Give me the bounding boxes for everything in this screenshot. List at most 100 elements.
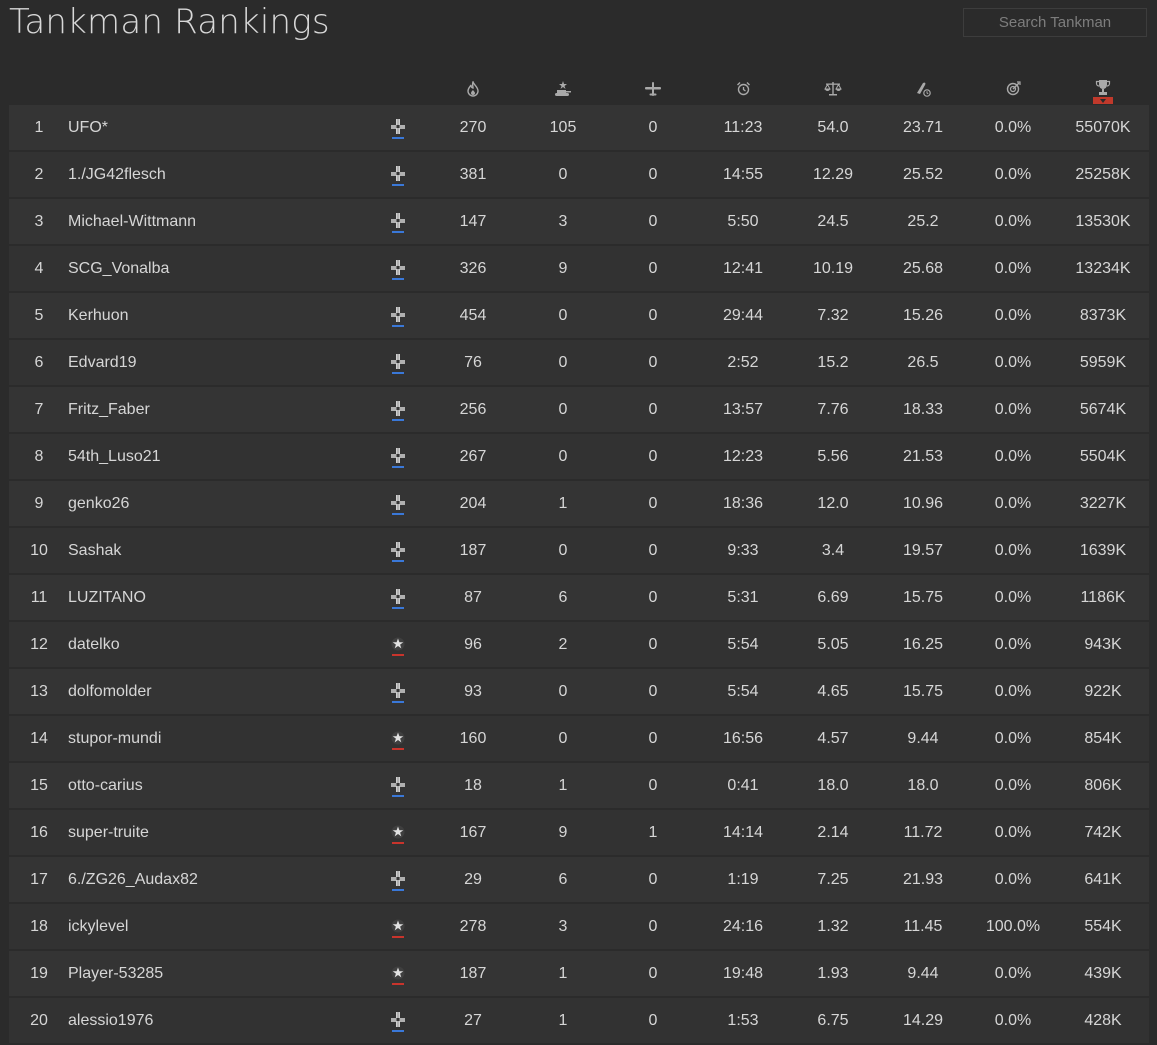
player-name-link[interactable]: SCG_Vonalba (68, 246, 368, 291)
table-row[interactable]: 3 Michael-Wittmann 147 3 0 5:50 24.5 25.… (9, 199, 1149, 244)
kills-cell: 93 (464, 683, 482, 700)
table-row[interactable]: 19 Player-53285 187 1 0 19:48 1.93 9.44 … (9, 951, 1149, 996)
kd-cell: 6.69 (817, 589, 849, 606)
kpm-cell: 25.68 (902, 260, 944, 277)
kd-cell: 18.0 (817, 777, 849, 794)
player-name-link[interactable]: datelko (68, 622, 368, 667)
time-cell: 5:54 (727, 636, 759, 653)
rank-cell: 8 (34, 448, 44, 465)
search-input[interactable] (963, 8, 1147, 37)
kpm-cell: 11.72 (903, 824, 943, 841)
player-name-link[interactable]: 6./ZG26_Audax82 (68, 857, 368, 902)
kd-cell: 1.32 (817, 918, 849, 935)
table-row[interactable]: 14 stupor-mundi 160 0 0 16:56 4.57 9.44 … (9, 716, 1149, 761)
ground-kills-cell: 0 (558, 542, 568, 559)
player-name-link[interactable]: UFO* (68, 105, 368, 150)
faction-underline (392, 936, 404, 938)
table-row[interactable]: 12 datelko 96 2 0 5:54 5.05 16.25 0.0% 9… (9, 622, 1149, 667)
player-name-link[interactable]: Player-53285 (68, 951, 368, 996)
accuracy-cell: 0.0% (994, 965, 1032, 982)
player-name-link[interactable]: 54th_Luso21 (68, 434, 368, 479)
table-row[interactable]: 20 alessio1976 27 1 0 1:53 6.75 14.29 0.… (9, 998, 1149, 1043)
faction-underline (392, 983, 404, 985)
table-row[interactable]: 2 1./JG42flesch 381 0 0 14:55 12.29 25.5… (9, 152, 1149, 197)
score-cell: 3227K (1079, 495, 1127, 512)
rank-cell: 16 (30, 824, 48, 841)
player-name-link[interactable]: ickylevel (68, 904, 368, 949)
column-kpm[interactable] (878, 72, 968, 105)
column-air-kills[interactable] (608, 72, 698, 105)
table-row[interactable]: 6 Edvard19 76 0 0 2:52 15.2 26.5 0.0% 59… (9, 340, 1149, 385)
player-name-link[interactable]: Edvard19 (68, 340, 368, 385)
axis-cross-icon (385, 259, 411, 281)
column-accuracy[interactable] (968, 72, 1058, 105)
trophy-icon (1095, 80, 1111, 95)
rank-cell: 4 (34, 260, 44, 277)
axis-cross-icon (385, 400, 411, 422)
table-row[interactable]: 9 genko26 204 1 0 18:36 12.0 10.96 0.0% … (9, 481, 1149, 526)
table-row[interactable]: 4 SCG_Vonalba 326 9 0 12:41 10.19 25.68 … (9, 246, 1149, 291)
rankings-table: 1 UFO* 270 105 0 11:23 54.0 23.71 0.0% 5… (9, 72, 1149, 1045)
accuracy-cell: 0.0% (994, 1012, 1032, 1029)
table-row[interactable]: 15 otto-carius 18 1 0 0:41 18.0 18.0 0.0… (9, 763, 1149, 808)
score-cell: 25258K (1075, 166, 1131, 183)
axis-cross-icon (385, 494, 411, 516)
faction-cell (385, 998, 411, 1043)
table-header (9, 72, 1149, 105)
table-row[interactable]: 16 super-truite 167 9 1 14:14 2.14 11.72… (9, 810, 1149, 855)
player-name-link[interactable]: Sashak (68, 528, 368, 573)
time-cell: 14:14 (722, 824, 764, 841)
table-row[interactable]: 10 Sashak 187 0 0 9:33 3.4 19.57 0.0% 16… (9, 528, 1149, 573)
table-row[interactable]: 11 LUZITANO 87 6 0 5:31 6.69 15.75 0.0% … (9, 575, 1149, 620)
player-name-link[interactable]: Fritz_Faber (68, 387, 368, 432)
kills-cell: 326 (459, 260, 487, 277)
kills-cell: 160 (459, 730, 487, 747)
time-cell: 14:55 (722, 166, 764, 183)
player-name-link[interactable]: LUZITANO (68, 575, 368, 620)
player-name-link[interactable]: Michael-Wittmann (68, 199, 368, 244)
faction-underline (392, 889, 404, 891)
allied-star-icon (385, 917, 411, 939)
column-kills[interactable] (428, 72, 518, 105)
player-name-link[interactable]: dolfomolder (68, 669, 368, 714)
air-kills-cell: 0 (648, 354, 658, 371)
column-time[interactable] (698, 72, 788, 105)
table-row[interactable]: 5 Kerhuon 454 0 0 29:44 7.32 15.26 0.0% … (9, 293, 1149, 338)
column-kd[interactable] (788, 72, 878, 105)
axis-cross-icon (385, 212, 411, 234)
accuracy-cell: 0.0% (994, 871, 1032, 888)
table-row[interactable]: 8 54th_Luso21 267 0 0 12:23 5.56 21.53 0… (9, 434, 1149, 479)
table-row[interactable]: 1 UFO* 270 105 0 11:23 54.0 23.71 0.0% 5… (9, 105, 1149, 150)
faction-cell (385, 528, 411, 573)
time-cell: 5:31 (727, 589, 759, 606)
column-score[interactable] (1058, 75, 1148, 108)
plane-icon (645, 81, 661, 96)
player-name-link[interactable]: stupor-mundi (68, 716, 368, 761)
table-row[interactable]: 13 dolfomolder 93 0 0 5:54 4.65 15.75 0.… (9, 669, 1149, 714)
faction-cell (385, 622, 411, 667)
table-row[interactable]: 18 ickylevel 278 3 0 24:16 1.32 11.45 10… (9, 904, 1149, 949)
rank-cell: 10 (30, 542, 48, 559)
sort-desc-indicator (1093, 97, 1113, 104)
kills-cell: 18 (464, 777, 482, 794)
faction-cell (385, 199, 411, 244)
table-row[interactable]: 7 Fritz_Faber 256 0 0 13:57 7.76 18.33 0… (9, 387, 1149, 432)
score-cell: 943K (1084, 636, 1122, 653)
axis-cross-icon (385, 682, 411, 704)
kd-cell: 15.2 (817, 354, 849, 371)
player-name-link[interactable]: 1./JG42flesch (68, 152, 368, 197)
player-name-link[interactable]: otto-carius (68, 763, 368, 808)
player-name-link[interactable]: alessio1976 (68, 998, 368, 1043)
rank-cell: 9 (34, 495, 44, 512)
faction-cell (385, 105, 411, 150)
player-name-link[interactable]: super-truite (68, 810, 368, 855)
axis-cross-icon (385, 165, 411, 187)
flame-icon (467, 80, 479, 97)
shell-icon (916, 82, 931, 97)
player-name-link[interactable]: genko26 (68, 481, 368, 526)
column-ground-kills[interactable] (518, 72, 608, 105)
table-row[interactable]: 17 6./ZG26_Audax82 29 6 0 1:19 7.25 21.9… (9, 857, 1149, 902)
faction-underline (392, 419, 404, 421)
kpm-cell: 10.96 (902, 495, 944, 512)
player-name-link[interactable]: Kerhuon (68, 293, 368, 338)
